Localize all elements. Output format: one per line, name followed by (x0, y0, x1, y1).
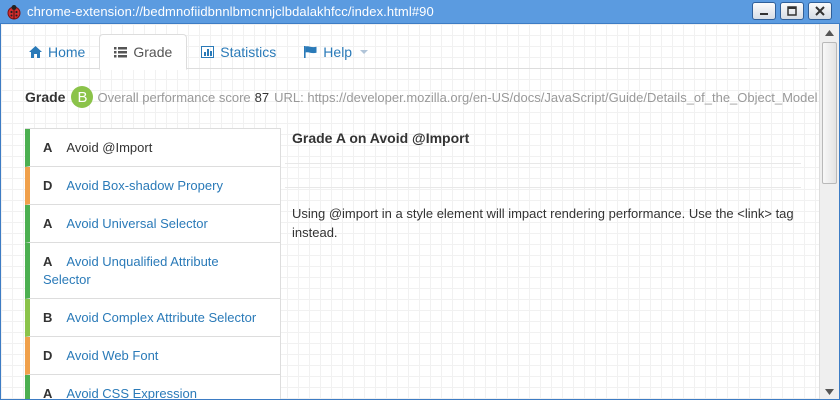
tab-statistics-label: Statistics (220, 43, 277, 60)
rule-grade: A (43, 254, 53, 269)
chart-icon (201, 45, 215, 58)
rule-grade: A (43, 140, 53, 155)
rule-grade: A (43, 386, 53, 400)
window-controls (752, 2, 832, 20)
overall-grade-badge: B (71, 86, 94, 108)
maximize-button[interactable] (780, 2, 804, 20)
vertical-scrollbar[interactable] (819, 24, 839, 399)
rule-name: Avoid Unqualified Attribute Selector (43, 254, 219, 287)
tab-grade[interactable]: Grade (99, 34, 188, 70)
tab-grade-label: Grade (133, 44, 173, 60)
nav-tabs: Home Grade Statistics Help (15, 34, 807, 70)
scroll-thumb[interactable] (822, 42, 837, 184)
rule-item[interactable]: A Avoid Universal Selector (25, 205, 281, 243)
rule-item[interactable]: A Avoid CSS Expression (25, 375, 281, 400)
close-icon (815, 6, 825, 16)
rule-list: A Avoid @Import D Avoid Box-shadow Propery… (25, 128, 281, 400)
score-label: Overall performance score (97, 89, 251, 105)
arrow-up-icon (825, 29, 834, 36)
rule-item[interactable]: A Avoid Unqualified Attribute Selector (25, 243, 281, 299)
rule-name: Avoid Universal Selector (66, 216, 208, 231)
window-frame: Home Grade Statistics Help Grade B Overa… (0, 24, 840, 400)
detail-description: Using @import in a style element will im… (292, 206, 794, 240)
rule-name: Avoid Complex Attribute Selector (66, 310, 257, 325)
list-icon (114, 46, 128, 58)
grade-summary: Grade B Overall performance score 87 URL… (25, 86, 818, 108)
home-icon (29, 45, 42, 58)
rule-item[interactable]: A Avoid @Import (25, 129, 281, 167)
divider (285, 187, 801, 188)
flag-icon (304, 45, 317, 58)
rule-item[interactable]: B Avoid Complex Attribute Selector (25, 299, 281, 337)
close-button[interactable] (808, 2, 832, 20)
rule-name: Avoid @Import (66, 140, 153, 155)
grade-label: Grade (25, 89, 66, 105)
rule-grade: A (43, 216, 53, 231)
tab-help[interactable]: Help (290, 34, 382, 69)
tab-statistics[interactable]: Statistics (187, 34, 290, 69)
score-value: 87 (254, 89, 270, 105)
scroll-down-button[interactable] (820, 383, 839, 399)
chevron-down-icon (360, 49, 369, 54)
tab-home-label: Home (48, 43, 86, 60)
minimize-icon (760, 13, 768, 15)
rule-name: Avoid Box-shadow Propery (66, 178, 223, 193)
rule-grade: D (43, 178, 53, 193)
ladybug-icon (6, 4, 22, 20)
page-content: Home Grade Statistics Help Grade B Overa… (1, 24, 819, 400)
minimize-button[interactable] (752, 2, 776, 20)
maximize-icon (787, 6, 797, 16)
detail-title: Grade A on Avoid @Import (292, 130, 470, 146)
scroll-up-button[interactable] (820, 24, 839, 41)
rule-grade: D (43, 348, 53, 363)
arrow-down-icon (825, 388, 834, 395)
rule-item[interactable]: D Avoid Web Font (25, 337, 281, 375)
tab-home[interactable]: Home (15, 34, 99, 69)
window-titlebar: chrome-extension://bedmnofiidbnnlbmcnnjc… (0, 0, 840, 24)
tab-help-label: Help (323, 43, 353, 60)
page-url: URL: https://developer.mozilla.org/en-US… (274, 89, 818, 105)
rule-name: Avoid Web Font (66, 348, 159, 363)
rule-grade: B (43, 310, 53, 325)
window-title: chrome-extension://bedmnofiidbnnlbmcnnjc… (27, 4, 434, 19)
divider (285, 163, 801, 164)
rule-item[interactable]: D Avoid Box-shadow Propery (25, 167, 281, 205)
rule-name: Avoid CSS Expression (66, 386, 197, 400)
